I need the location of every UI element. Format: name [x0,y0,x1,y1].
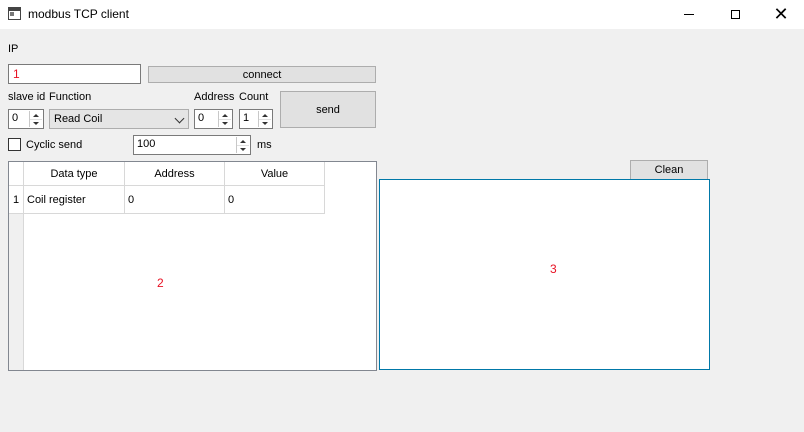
cyclic-interval-spinbox[interactable]: 100 [133,135,251,155]
function-value: Read Coil [54,113,103,125]
chevron-down-icon [174,113,185,124]
table-annotation: 2 [157,276,164,290]
minimize-button[interactable] [666,0,712,29]
close-icon: ✕ [773,3,789,25]
cyclic-interval-value: 100 [137,138,156,150]
address-spinbox[interactable]: 0 [194,109,233,129]
function-dropdown[interactable]: Read Coil [49,109,189,129]
interval-unit-label: ms [257,139,272,151]
table-cell-address[interactable]: 0 [125,186,225,214]
connect-button[interactable]: connect [148,66,376,83]
spin-down-icon[interactable] [237,145,249,153]
window-app-icon [8,7,21,20]
spin-down-icon[interactable] [30,119,42,127]
spin-down-icon[interactable] [259,119,271,127]
minimize-icon [684,14,694,15]
log-annotation: 3 [550,262,557,276]
cyclic-send-checkbox[interactable] [8,138,21,151]
function-label: Function [49,91,92,103]
column-header-value[interactable]: Value [225,162,325,186]
count-label: Count [239,91,269,103]
row-header[interactable]: 1 [9,186,24,214]
maximize-button[interactable] [712,0,758,29]
cyclic-send-label: Cyclic send [26,139,83,151]
ip-label: IP [8,43,19,55]
address-value: 0 [198,112,205,124]
log-output[interactable]: 3 [379,179,710,370]
send-button[interactable]: send [280,91,376,128]
table-corner [9,162,24,186]
ip-annotation: 1 [13,67,20,81]
slave-id-label: slave id [8,91,46,103]
maximize-icon [730,10,740,19]
clean-button[interactable]: Clean [630,160,708,180]
address-label: Address [194,91,235,103]
slave-id-value: 0 [12,112,19,124]
ip-input[interactable]: 1 [8,64,141,84]
column-header-address[interactable]: Address [125,162,225,186]
column-header-data-type[interactable]: Data type [24,162,125,186]
table-cell-value[interactable]: 0 [225,186,325,214]
close-button[interactable]: ✕ [758,0,804,29]
table-cell-data-type[interactable]: Coil register [24,186,125,214]
count-spinbox[interactable]: 1 [239,109,273,129]
slave-id-spinbox[interactable]: 0 [8,109,44,129]
count-value: 1 [243,112,250,124]
data-table[interactable]: Data type Address Value 1 Coil register … [8,161,377,371]
spin-down-icon[interactable] [219,119,231,127]
window-title: modbus TCP client [28,7,129,21]
